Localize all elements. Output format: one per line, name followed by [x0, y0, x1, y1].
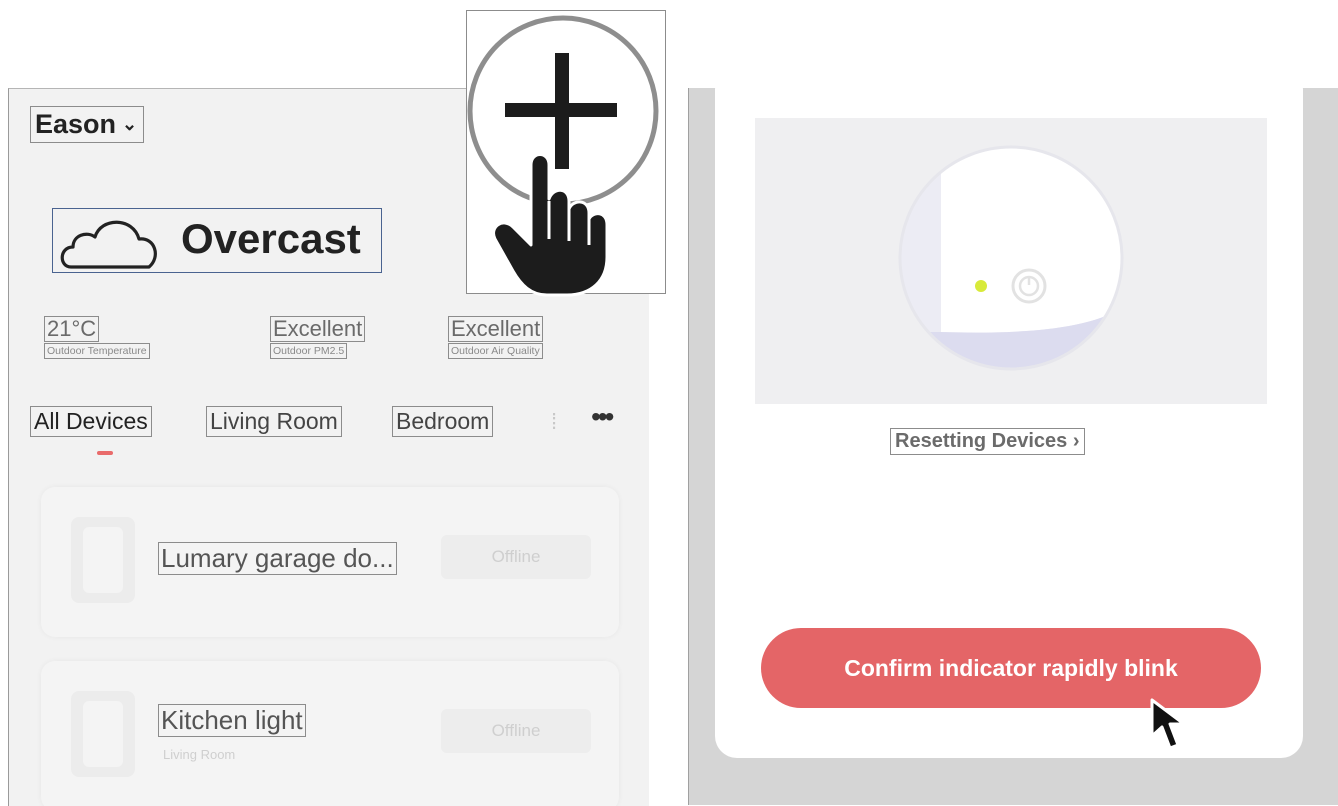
device-card[interactable]: Kitchen light Living Room Offline [41, 661, 619, 806]
stat-label: Outdoor Air Quality [448, 343, 543, 359]
tab-overflow-indicator: ⁞ [551, 409, 558, 434]
tab-living-room[interactable]: Living Room [206, 406, 342, 437]
home-name: Eason [35, 109, 117, 139]
device-illustration [755, 118, 1267, 404]
device-room: Living Room [163, 747, 236, 762]
indicator-led [975, 280, 987, 292]
device-name: Lumary garage do... [158, 542, 397, 575]
home-selector[interactable]: Eason ⌄ [29, 106, 145, 143]
more-icon[interactable]: ••• [591, 401, 614, 433]
chevron-down-icon: ⌄ [122, 114, 138, 134]
reset-link-label: Resetting Devices [895, 430, 1068, 452]
hand-pointer-icon [492, 153, 609, 297]
device-name: Kitchen light [158, 704, 306, 737]
stat-value: Excellent [269, 316, 366, 342]
device-image [71, 517, 135, 603]
weather-condition: Overcast [181, 215, 361, 262]
cursor-arrow-icon [1150, 698, 1186, 750]
reset-card: Resetting Devices › Confirm indicator ra… [715, 88, 1303, 758]
stat-value: Excellent [447, 316, 544, 342]
stat-label: Outdoor PM2.5 [269, 343, 348, 359]
reset-screen: Resetting Devices › Confirm indicator ra… [688, 88, 1338, 805]
tab-active-indicator [97, 451, 113, 455]
stat-outdoor-pm25: Excellent Outdoor PM2.5 [269, 316, 366, 359]
cloud-icon [60, 220, 157, 269]
stat-outdoor-temperature: 21°C Outdoor Temperature [43, 316, 150, 359]
status-badge: Offline [441, 535, 591, 579]
stat-label: Outdoor Temperature [44, 343, 150, 359]
chevron-right-icon: › [1072, 430, 1080, 452]
tab-all-devices[interactable]: All Devices [30, 406, 152, 437]
stat-outdoor-air-quality: Excellent Outdoor Air Quality [447, 316, 544, 359]
resetting-devices-link[interactable]: Resetting Devices › [890, 428, 1085, 455]
status-badge: Offline [441, 709, 591, 753]
device-card[interactable]: Lumary garage do... Offline [41, 487, 619, 637]
stat-value: 21°C [43, 316, 100, 342]
device-image [71, 691, 135, 777]
tab-bedroom[interactable]: Bedroom [391, 406, 494, 437]
weather-summary: Overcast [52, 208, 382, 273]
add-device-button[interactable] [466, 10, 666, 297]
